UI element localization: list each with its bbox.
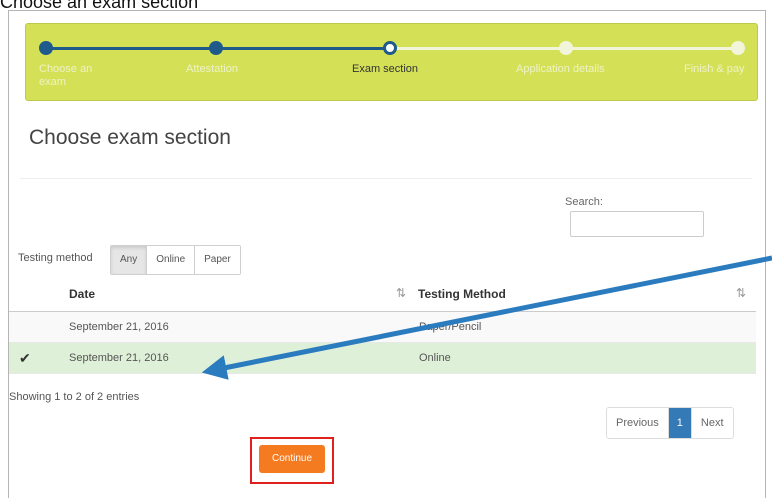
title-divider [20,178,752,179]
step-5-label: Finish & pay [684,63,745,75]
step-1-dot [39,41,53,55]
row-date: September 21, 2016 [69,321,169,333]
column-header-date[interactable]: Date [69,287,95,301]
table-info: Showing 1 to 2 of 2 entries [9,391,140,403]
filter-paper-button[interactable]: Paper [195,246,240,274]
page-1-button[interactable]: 1 [668,408,692,438]
step-2-label[interactable]: Attestation [186,63,238,76]
table-row[interactable]: September 21, 2016 Paper/Pencil [9,312,756,343]
row-date: September 21, 2016 [69,352,169,364]
step-4-dot [559,41,573,55]
step-1-label[interactable]: Choose an exam [39,63,119,89]
testing-method-filter: Any Online Paper [110,245,241,275]
progress-stepper: Choose an exam Attestation Exam section … [25,23,758,101]
search-label: Search: [565,196,603,208]
filter-any-button[interactable]: Any [111,246,148,274]
checkmark-icon: ✔ [19,350,31,366]
pagination: Previous 1 Next [606,407,734,439]
continue-button[interactable]: Continue [259,445,325,473]
next-page-button[interactable]: Next [691,408,733,438]
column-header-testing-method[interactable]: Testing Method [418,287,506,301]
page-title: Choose exam section [29,126,231,149]
filter-online-button[interactable]: Online [147,246,196,274]
table-row-selected[interactable]: ✔ September 21, 2016 Online [9,343,756,374]
sort-asc-icon[interactable]: ⇅ [396,286,406,300]
row-testing-method: Paper/Pencil [419,321,482,333]
step-3-dot [383,41,397,55]
step-2-dot [209,41,223,55]
testing-method-filter-label: Testing method [18,252,93,264]
step-4-label: Application details [516,63,605,75]
row-testing-method: Online [419,352,451,364]
step-5-dot [731,41,745,55]
search-input[interactable] [570,211,704,237]
previous-page-button[interactable]: Previous [607,408,669,438]
sort-both-icon[interactable]: ⇅ [736,286,746,300]
step-3-label: Exam section [352,63,419,75]
